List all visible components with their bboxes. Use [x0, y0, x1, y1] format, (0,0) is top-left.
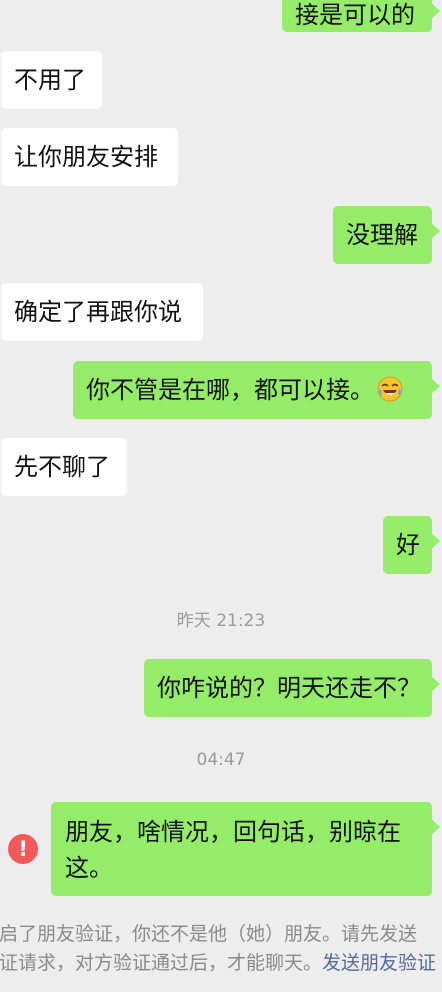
message-outgoing[interactable]: 你不管是在哪，都可以接。 [73, 361, 440, 419]
chat-area[interactable]: 接是可以的 不用了 让你朋友安排 没理解 确定了再跟你说 你不管是在哪，都可以接… [0, 0, 442, 992]
message-text: 确定了再跟你说 [14, 298, 182, 326]
message-text: 朋友，啥情况，回句话，别晾在这。 [65, 818, 401, 882]
message-outgoing[interactable]: 好 [383, 516, 440, 574]
message-text: 你咋说的？明天还走不？ [157, 674, 421, 702]
message-outgoing[interactable]: 没理解 [333, 206, 440, 264]
laughing-crying-emoji-icon [377, 376, 403, 402]
notice-line-1: 启了朋友验证，你还不是他（她）朋友。请先发送 [0, 923, 418, 945]
message-outgoing[interactable]: 你咋说的？明天还走不？ [144, 659, 440, 717]
send-friend-verification-link[interactable]: 发送朋友验证 [322, 952, 436, 974]
message-text: 接是可以的 [295, 1, 415, 29]
message-text: 没理解 [346, 221, 418, 249]
message-text: 不用了 [14, 66, 86, 94]
message-text: 你不管是在哪，都可以接。 [86, 376, 374, 404]
message-incoming[interactable]: 不用了 [1, 51, 102, 109]
message-outgoing[interactable]: 朋友，啥情况，回句话，别晾在这。 [51, 802, 440, 896]
message-text: 先不聊了 [14, 453, 110, 481]
notice-text: 证请求，对方验证通过后，才能聊天。 [0, 952, 323, 974]
timestamp: 昨天 21:23 [176, 611, 266, 631]
send-failed-icon[interactable]: ! [8, 834, 38, 864]
timestamp: 04:47 [196, 750, 246, 770]
message-incoming[interactable]: 确定了再跟你说 [1, 283, 203, 341]
message-text: 好 [396, 531, 420, 559]
notice-line-2: 证请求，对方验证通过后，才能聊天。发送朋友验证 [0, 949, 442, 978]
message-incoming[interactable]: 先不聊了 [1, 438, 127, 496]
message-outgoing[interactable]: 接是可以的 [282, 0, 440, 32]
message-incoming[interactable]: 让你朋友安排 [1, 128, 178, 186]
friend-verification-notice: 启了朋友验证，你还不是他（她）朋友。请先发送 证请求，对方验证通过后，才能聊天。… [0, 920, 442, 978]
message-text: 让你朋友安排 [14, 143, 158, 171]
